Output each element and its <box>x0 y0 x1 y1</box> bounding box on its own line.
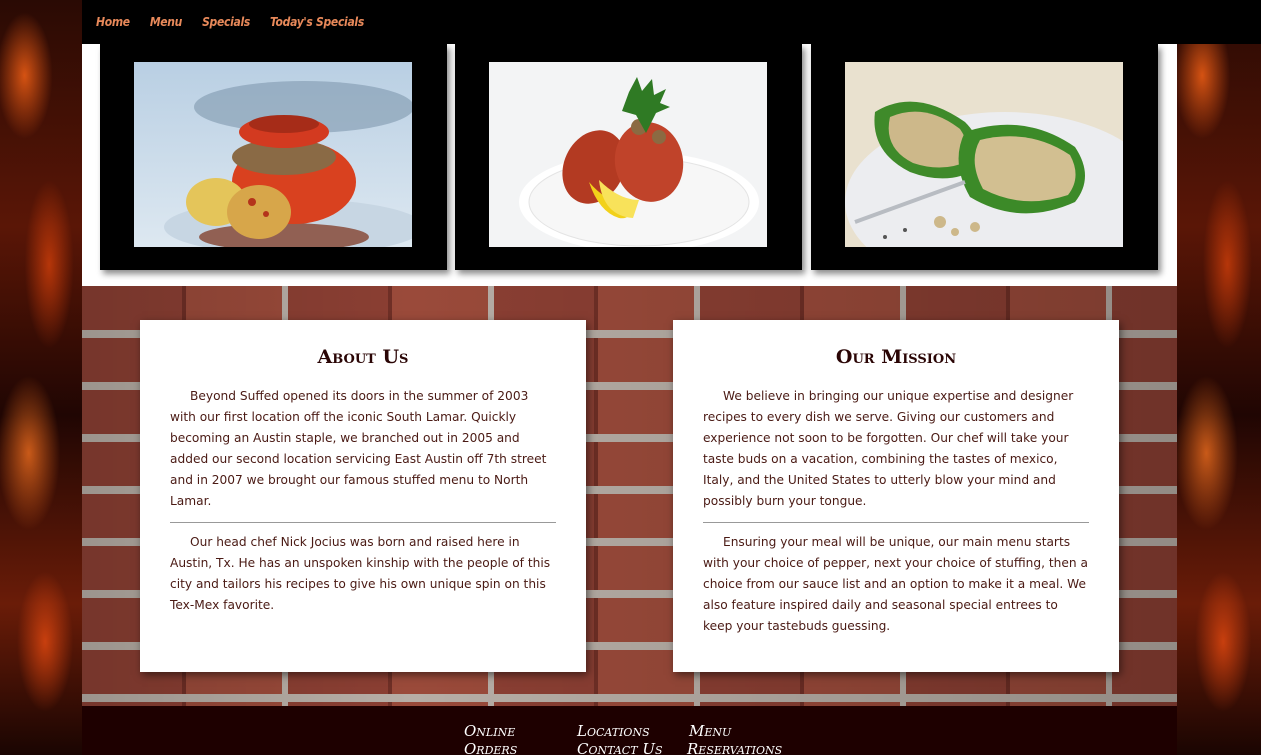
our-mission-card: Our Mission We believe in bringing our u… <box>673 320 1119 672</box>
photo-frame-1 <box>100 44 447 270</box>
nav-home-link[interactable]: Home <box>96 15 130 29</box>
about-us-divider <box>170 522 556 523</box>
footer-locations-link[interactable]: Locations <box>577 722 650 740</box>
nav-todays-specials-link[interactable]: Today's Specials <box>270 15 364 29</box>
main-nav: Home Menu Specials Today's Specials <box>82 0 1259 44</box>
footer-reservations-link[interactable]: Reservations <box>687 740 782 755</box>
about-us-card: About Us Beyond Suffed opened its doors … <box>140 320 586 672</box>
our-mission-heading: Our Mission <box>835 346 957 368</box>
our-mission-paragraph-2: Ensuring your meal will be unique, our m… <box>703 535 1088 633</box>
flame-border-left <box>0 0 82 755</box>
our-mission-divider <box>703 522 1089 523</box>
photo-frame-3 <box>811 44 1158 270</box>
footer-menu-link[interactable]: Menu <box>689 722 731 740</box>
our-mission-paragraph-1: We believe in bringing our unique expert… <box>703 389 1074 508</box>
about-us-paragraph-2: Our head chef Nick Jocius was born and r… <box>170 535 551 612</box>
about-us-heading: About Us <box>317 346 409 368</box>
photo-gallery <box>82 44 1177 286</box>
footer-contact-us-link[interactable]: Contact Us <box>577 740 663 755</box>
photo-frame-2 <box>455 44 802 270</box>
food-photo-stuffed-tomato <box>134 62 412 247</box>
about-us-paragraph-1: Beyond Suffed opened its doors in the su… <box>170 389 547 508</box>
footer-online-link[interactable]: Online <box>464 722 515 740</box>
footer-orders-link[interactable]: Orders <box>464 740 517 755</box>
flame-border-right <box>1177 0 1261 755</box>
nav-specials-link[interactable]: Specials <box>202 15 250 29</box>
food-photo-stuffed-peppers <box>489 62 767 247</box>
site-footer: Online Orders Locations Contact Us Menu … <box>82 706 1177 755</box>
food-photo-green-peppers <box>845 62 1123 247</box>
nav-menu-link[interactable]: Menu <box>150 15 183 29</box>
